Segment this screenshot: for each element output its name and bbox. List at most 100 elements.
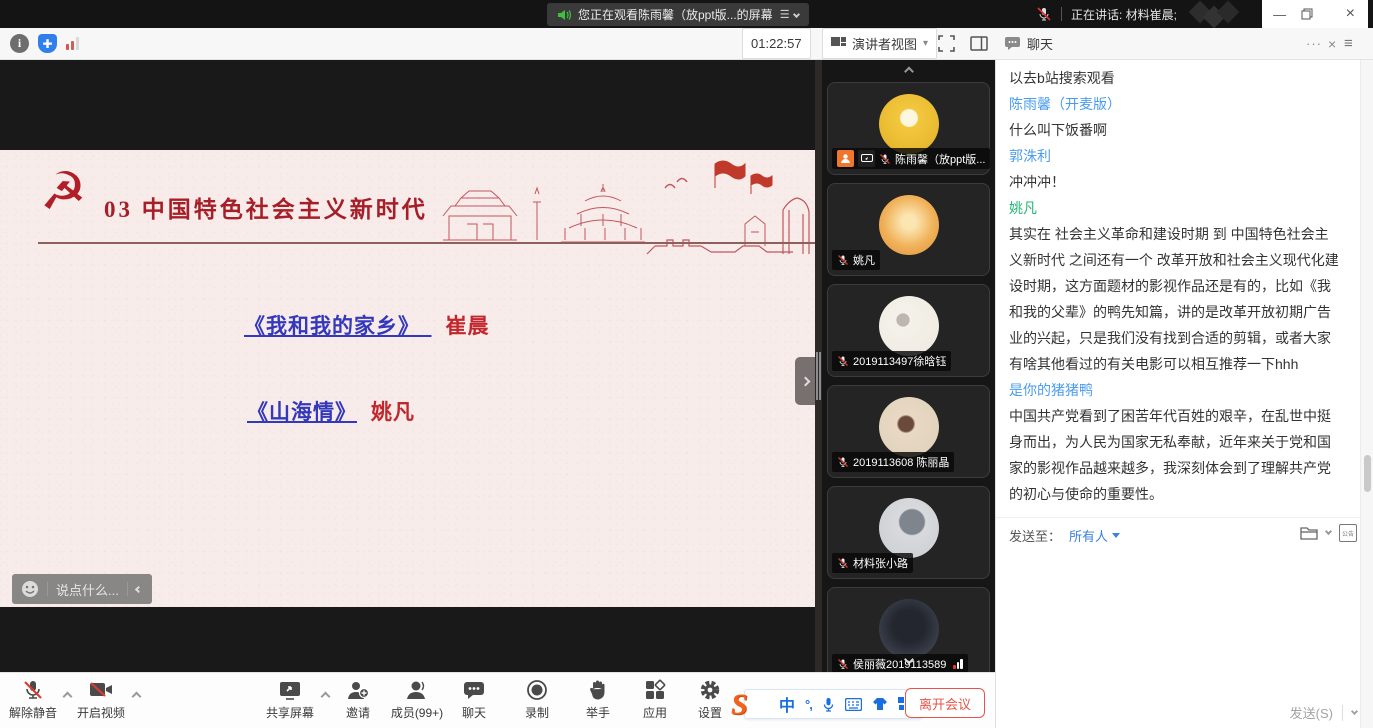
panel-menu-icon[interactable]: ≡ (1344, 28, 1353, 59)
slide-link-2[interactable]: 《山海情》 (247, 400, 357, 424)
presenter-badge-icon (837, 150, 854, 167)
edge-sliver (1368, 0, 1373, 28)
banner-menu-icon[interactable]: ☰ (780, 8, 799, 21)
apps-icon (644, 679, 666, 701)
presentation-slide: ☭ 03 中国特色社会主义新时代 《我和我的家乡》 崔晨 《山海情》姚凡 (0, 150, 815, 607)
send-to-label: 发送至： (1009, 526, 1061, 545)
layout-icon (831, 37, 846, 50)
chat-message: 冲冲冲！ (1009, 169, 1339, 195)
chat-message: 以去b站搜索观看 (1009, 65, 1339, 91)
leave-meeting-button[interactable]: 离开会议 (905, 688, 985, 718)
meeting-info-icon[interactable]: i (10, 28, 29, 59)
participant-label: 2019113497徐晗钰 (832, 351, 951, 371)
avatar (879, 498, 939, 558)
members-icon (406, 680, 428, 700)
scrollbar-thumb[interactable] (1364, 455, 1371, 492)
chat-sender-name[interactable]: 是你的猪猪鸭 (1009, 377, 1339, 403)
screen-share-badge-icon (858, 150, 875, 167)
participant-tile[interactable]: 材料张小路 (827, 486, 990, 579)
top-bar: 您正在观看陈雨馨（放ppt版...的屏幕 ☰ 正在讲话: 材料崔晨; — × (0, 0, 1373, 28)
view-mode-label: 演讲者视图 (852, 34, 917, 53)
speaker-icon (557, 9, 571, 21)
ime-punctuation-toggle[interactable]: °, (805, 697, 812, 712)
fullscreen-icon[interactable] (938, 28, 955, 59)
participant-name: 2019113497徐晗钰 (853, 353, 946, 369)
sidebar-toggle-icon[interactable] (970, 28, 988, 59)
mic-muted-icon (837, 557, 849, 569)
avatar (879, 94, 939, 154)
participant-tile[interactable]: 陈雨馨（放ppt版... (827, 82, 990, 175)
participant-label: 侯丽薇2019113589 (832, 654, 968, 672)
ime-lang-toggle[interactable]: 中 (779, 692, 795, 716)
app-logo (1192, 4, 1252, 24)
divider (47, 582, 48, 596)
slide-divider-line (38, 242, 815, 244)
comment-placeholder: 说点什么... (56, 580, 119, 599)
mic-muted-icon (837, 456, 849, 468)
invite-icon (346, 680, 370, 700)
announcement-icon[interactable]: 公告 (1339, 524, 1357, 542)
ime-skin-icon[interactable] (872, 697, 888, 711)
meeting-timer: 01:22:57 (742, 28, 811, 59)
network-signal-icon (66, 28, 79, 59)
window-controls: — × (1262, 0, 1368, 28)
chat-message-input[interactable] (996, 555, 1361, 695)
restore-button[interactable] (1301, 8, 1329, 20)
chat-sender-name[interactable]: 陈雨馨（开麦版） (1009, 91, 1339, 117)
participant-label: 2019113608 陈丽晶 (832, 452, 954, 472)
folder-icon[interactable] (1300, 526, 1318, 541)
send-to-dropdown[interactable]: 所有人 (1069, 526, 1120, 545)
chat-icon (463, 680, 485, 700)
chat-sender-name[interactable]: 郭洙利 (1009, 143, 1339, 169)
speaking-label: 正在讲话: 材料崔晨; (1071, 6, 1177, 23)
chat-bubble-icon (1004, 36, 1021, 51)
participant-name: 陈雨馨（放ppt版... (895, 151, 985, 167)
ime-keyboard-icon[interactable] (845, 698, 862, 711)
raise-hand-icon (588, 679, 608, 701)
mic-muted-icon (837, 254, 849, 266)
scroll-up-icon[interactable] (904, 67, 914, 77)
ime-toolbar[interactable]: S 中 °, (744, 689, 923, 719)
slide-title: 03 中国特色社会主义新时代 (104, 190, 428, 224)
chat-close-button[interactable]: × (1328, 28, 1336, 59)
share-screen-icon (278, 680, 302, 700)
participant-name: 侯丽薇2019113589 (853, 656, 946, 672)
send-options-icon[interactable] (1351, 707, 1358, 714)
mic-muted-icon (837, 658, 849, 670)
stage-divider[interactable] (815, 60, 822, 672)
view-mode-dropdown[interactable]: 演讲者视图 ▾ (822, 28, 937, 59)
folder-dropdown-icon[interactable] (1325, 528, 1332, 535)
meeting-window: 您正在观看陈雨馨（放ppt版...的屏幕 ☰ 正在讲话: 材料崔晨; — × i… (0, 0, 1373, 728)
chat-input-divider (996, 517, 1361, 518)
participant-tile[interactable]: 姚凡 (827, 183, 990, 276)
chat-panel-header: 聊天 (1004, 28, 1053, 59)
divider-grip[interactable] (816, 352, 821, 400)
minimize-button[interactable]: — (1266, 7, 1294, 22)
chat-sender-name[interactable]: 姚凡 (1009, 195, 1339, 221)
avatar (879, 195, 939, 255)
participant-tile[interactable]: 侯丽薇2019113589 (827, 587, 990, 672)
participant-tile[interactable]: 2019113497徐晗钰 (827, 284, 990, 377)
slide-link-1[interactable]: 《我和我的家乡》 (244, 314, 410, 338)
security-shield-icon[interactable]: ✚ (38, 28, 57, 59)
start-video-button[interactable]: 开启视频 (59, 678, 143, 721)
panel-collapse-handle[interactable] (795, 357, 815, 405)
send-button[interactable]: 发送(S) (1290, 703, 1333, 722)
close-button[interactable]: × (1336, 5, 1364, 23)
chat-scrollbar[interactable] (1360, 60, 1373, 728)
participant-tile[interactable]: 2019113608 陈丽晶 (827, 385, 990, 478)
collapse-comment-icon[interactable] (135, 585, 142, 592)
slide-item-2: 《山海情》姚凡 (247, 396, 415, 426)
ime-mic-icon[interactable] (822, 697, 835, 712)
slide-presenter-1: 崔晨 (446, 314, 490, 338)
watching-banner[interactable]: 您正在观看陈雨馨（放ppt版...的屏幕 ☰ (547, 3, 809, 26)
emoji-icon[interactable] (21, 580, 39, 598)
sogou-logo[interactable]: S (731, 688, 748, 722)
quick-comment-input[interactable]: 说点什么... (12, 574, 152, 604)
divider (127, 582, 128, 596)
participant-label: 材料张小路 (832, 553, 913, 573)
slide-item-1: 《我和我的家乡》 崔晨 (244, 310, 490, 340)
chat-more-button[interactable]: ··· (1306, 28, 1322, 59)
avatar (879, 296, 939, 356)
mic-muted-icon (22, 679, 44, 701)
